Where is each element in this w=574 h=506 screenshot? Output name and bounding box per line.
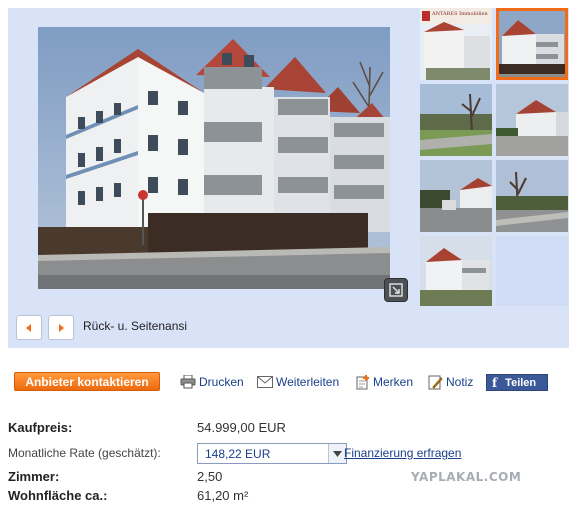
thumbnail-3[interactable] [420,84,492,156]
facebook-share-button[interactable]: f Teilen [486,374,548,391]
main-photo[interactable] [38,27,390,289]
image-caption: Rück- u. Seitenansi [83,319,188,333]
forward-label: Weiterleiten [276,375,340,389]
printer-icon [180,375,196,389]
thumbnail-4[interactable] [496,84,568,156]
living-area-value: 61,20 m² [197,488,249,503]
rooms-value: 2,50 [197,469,223,484]
thumbnail-image [420,8,492,80]
previous-image-button[interactable] [16,315,42,340]
thumbnail-7[interactable] [420,236,492,308]
thumbnail-image [420,236,492,308]
thumbnail-5[interactable] [420,160,492,232]
thumbnail-image [420,160,492,232]
envelope-icon [257,376,273,388]
note-label: Notiz [446,375,474,389]
forward-link[interactable]: Weiterleiten [257,374,339,390]
monthly-rate-label: Monatliche Rate (geschätzt): [8,446,161,460]
price-label: Kaufpreis: [8,420,73,435]
thumbnail-image [496,160,568,232]
note-link[interactable]: Notiz [428,374,473,390]
print-label: Drucken [199,375,244,389]
thumbnail-image [420,84,492,156]
living-area-label: Wohnfläche ca.: [8,488,108,503]
rooms-label: Zimmer: [8,469,60,484]
facebook-share-label: Teilen [505,376,537,389]
watermark: YAPLAKAL.COM [411,470,522,484]
print-link[interactable]: Drucken [180,374,244,390]
enlarge-icon [389,283,403,297]
thumbnail-1[interactable]: ANTARES Immobilien [420,8,492,80]
bookmark-add-icon [356,374,369,389]
arrow-left-icon [26,323,31,332]
remember-label: Merken [373,375,414,389]
gallery-navigation: Rück- u. Seitenansi [8,306,569,348]
enlarge-button[interactable] [384,278,408,302]
note-pencil-icon [428,375,443,389]
remember-link[interactable]: Merken [356,374,413,390]
living-area-row: Wohnfläche ca.: 61,20 m² [8,488,568,506]
thumbnail-6[interactable] [496,160,568,232]
monthly-rate-value: 148,22 EUR [205,447,271,461]
action-bar: Anbieter kontaktieren Drucken Weiterleit… [0,370,574,394]
next-image-button[interactable] [48,315,74,340]
thumbnail-2-selected[interactable] [496,8,568,80]
image-gallery: ANTARES Immobilien Rück- u. Seitenansi [8,8,569,348]
building-photo [38,27,390,289]
thumbnail-empty [496,236,568,308]
price-row: Kaufpreis: 54.999,00 EUR [8,420,568,438]
arrow-right-icon [59,323,64,332]
facebook-icon: f [492,375,498,390]
financing-request-link[interactable]: Finanzierung erfragen [344,446,461,460]
monthly-rate-select[interactable]: 148,22 EUR [197,443,347,464]
thumbnail-image [496,8,568,80]
thumb-logo-text: ANTARES Immobilien [432,11,488,17]
monthly-rate-row: Monatliche Rate (geschätzt): 148,22 EUR … [8,443,568,464]
price-value: 54.999,00 EUR [197,420,286,435]
contact-provider-button[interactable]: Anbieter kontaktieren [14,372,160,391]
thumbnail-image [496,84,568,156]
